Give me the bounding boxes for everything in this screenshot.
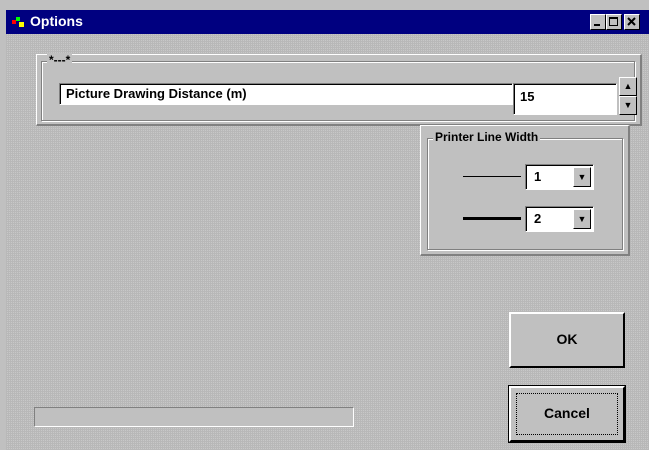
thick-line-sample	[463, 217, 521, 220]
thick-line-width-select[interactable]: 2 ▼	[525, 206, 594, 232]
progress-bar	[34, 407, 354, 427]
cancel-button[interactable]: Cancel	[508, 385, 626, 443]
arrow-down-icon: ▼	[623, 100, 633, 110]
printer-line-width-panel: Printer Line Width 1 ▼ 2 ▼	[420, 125, 630, 256]
distance-spin-up[interactable]: ▲	[619, 77, 637, 96]
arrow-up-icon: ▲	[623, 81, 633, 91]
chevron-down-icon: ▼	[577, 214, 587, 224]
title-bar[interactable]: Options	[6, 10, 649, 34]
printer-group-caption: Printer Line Width	[433, 130, 541, 144]
thick-line-width-value: 2	[534, 211, 542, 226]
minimize-button[interactable]	[590, 14, 606, 30]
window-title: Options	[30, 13, 83, 29]
ok-button[interactable]: OK	[509, 312, 625, 368]
options-window: Options *---* Picture Drawing Distance (…	[0, 0, 649, 450]
distance-value-input[interactable]: 15	[513, 83, 617, 115]
maximize-button[interactable]	[606, 14, 622, 30]
client-area: *---* Picture Drawing Distance (m) 15 ▲ …	[6, 34, 649, 450]
maximize-icon	[609, 17, 618, 26]
thin-line-width-select[interactable]: 1 ▼	[525, 164, 594, 190]
distance-label: Picture Drawing Distance (m)	[59, 83, 513, 105]
distance-panel: *---* Picture Drawing Distance (m) 15 ▲ …	[36, 53, 642, 126]
close-button[interactable]	[624, 14, 640, 30]
distance-spin-down[interactable]: ▼	[619, 96, 637, 115]
minimize-icon	[594, 24, 600, 26]
focus-rectangle	[516, 393, 618, 435]
chevron-down-icon: ▼	[577, 172, 587, 182]
thick-line-dropdown-button[interactable]: ▼	[573, 209, 591, 229]
printer-group-frame	[427, 138, 623, 250]
thin-line-sample	[463, 176, 521, 177]
thin-line-width-value: 1	[534, 169, 542, 184]
app-icon	[12, 17, 24, 27]
distance-group-caption: *---*	[47, 53, 73, 67]
close-icon	[627, 17, 636, 26]
thin-line-dropdown-button[interactable]: ▼	[573, 167, 591, 187]
